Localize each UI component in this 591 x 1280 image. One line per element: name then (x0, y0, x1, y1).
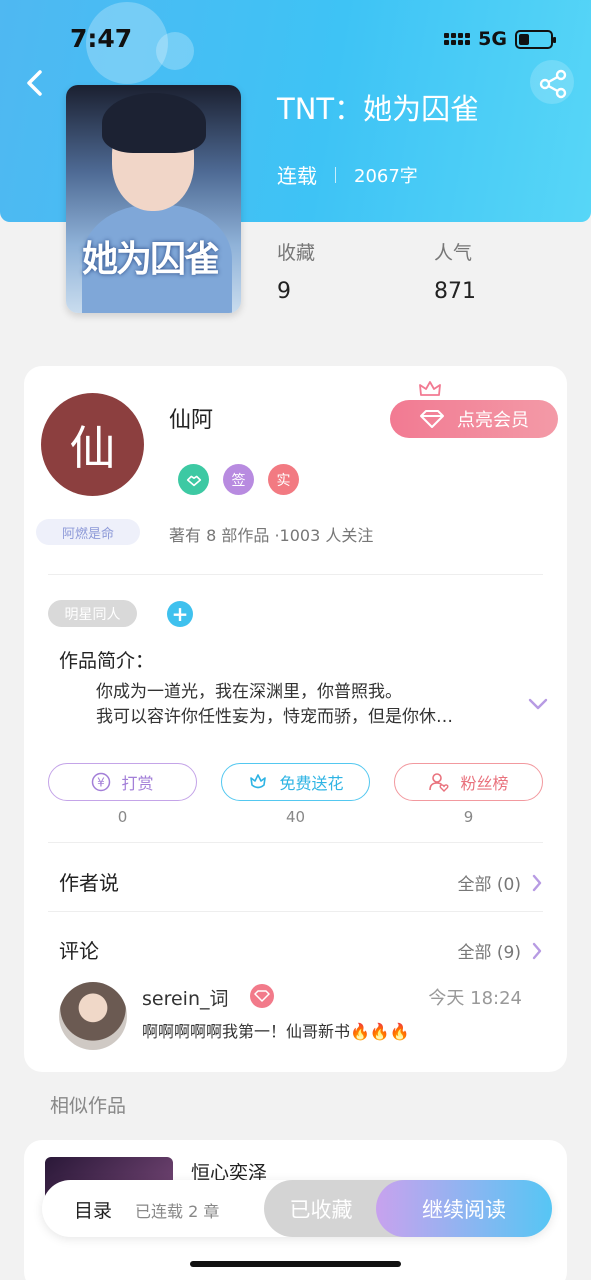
verified-badge: 实 (268, 464, 299, 495)
commenter-name[interactable]: serein_词 (142, 984, 229, 1011)
intro-text[interactable]: 你成为一道光，我在深渊里，你普照我。 我可以容许你任性妄为，恃宠而骄，但是你休… (96, 680, 516, 730)
reward-count: 0 (117, 808, 128, 826)
status-indicators: 5G (444, 28, 556, 50)
commenter-avatar[interactable] (59, 982, 127, 1050)
divider (48, 574, 543, 575)
book-detail-card: 仙 仙阿 签 实 点亮会员 阿燃是命 著有 8 部作品 ·1003 人关注 明星… (24, 366, 567, 1072)
back-icon[interactable] (18, 66, 52, 100)
status-time: 7:47 (70, 24, 133, 53)
chapter-count: 已连载 2 章 (135, 1202, 220, 1221)
author-says-more-link[interactable]: 全部 (0) (458, 870, 543, 895)
comment-text[interactable]: 啊啊啊啊啊我第一！仙哥新书🔥🔥🔥 (142, 1018, 410, 1042)
share-icon[interactable] (537, 68, 569, 100)
cover-title: 她为囚雀 (82, 238, 220, 280)
similar-works-label: 相似作品 (50, 1095, 127, 1117)
fan-ranking-label: 粉丝榜 (460, 774, 509, 793)
decor-bubble (156, 32, 194, 70)
chevron-right-icon (532, 942, 542, 959)
word-count: 2067字 (354, 165, 418, 187)
fan-ranking-button[interactable]: 粉丝榜 (394, 763, 543, 801)
fan-tag: 阿燃是命 (36, 519, 140, 545)
stat-value: 9 (277, 279, 291, 304)
comments-more-link[interactable]: 全部 (9) (458, 938, 543, 963)
meta-divider (335, 166, 336, 183)
intro-line: 我可以容许你任性妄为，恃宠而骄，但是你休… (96, 707, 453, 727)
book-cover[interactable]: 她为囚雀 (66, 85, 241, 313)
author-says-more-label: 全部 (0) (457, 875, 521, 895)
author-avatar-char: 仙 (69, 420, 116, 475)
signed-badge: 签 (223, 464, 254, 495)
cover-figure-hair (102, 93, 206, 153)
svg-text:¥: ¥ (98, 776, 106, 790)
author-badges: 签 实 (178, 464, 299, 495)
comments-title: 评论 (59, 939, 99, 963)
author-works-info: 著有 8 部作品 ·1003 人关注 (169, 526, 374, 545)
comment-time: 今天 18:24 (428, 988, 522, 1009)
stat-label: 收藏 (277, 242, 316, 264)
divider (48, 842, 543, 843)
crown-icon (419, 381, 441, 396)
reward-label: 打赏 (121, 774, 154, 793)
intro-line: 你成为一道光，我在深渊里，你普照我。 (96, 682, 402, 702)
book-meta: 连载 2067字 (277, 160, 418, 189)
flower-icon (250, 774, 267, 789)
home-indicator (190, 1261, 401, 1267)
chevron-down-icon[interactable] (527, 697, 549, 711)
vip-diamond-icon (250, 984, 274, 1008)
bottom-action-bar: 目录 已连载 2 章 已收藏 继续阅读 (42, 1180, 552, 1237)
reward-button[interactable]: ¥ 打赏 (48, 763, 197, 801)
continue-reading-button[interactable]: 继续阅读 (376, 1180, 552, 1237)
add-tag-button[interactable]: + (167, 601, 193, 627)
genre-tag[interactable]: 明星同人 (48, 600, 137, 627)
stat-popularity: 人气 871 (434, 238, 476, 304)
intro-label: 作品简介： (59, 650, 155, 672)
vip-button-label: 点亮会员 (457, 410, 529, 431)
flower-count: 40 (285, 808, 306, 826)
yen-icon: ¥ (92, 772, 111, 792)
author-name[interactable]: 仙阿 (169, 402, 213, 434)
send-flower-label: 免费送花 (279, 774, 344, 793)
stat-label: 人气 (434, 242, 473, 264)
diamond-icon (420, 410, 444, 428)
author-avatar[interactable]: 仙 (41, 393, 144, 496)
send-flower-button[interactable]: 免费送花 (221, 763, 370, 801)
divider (48, 911, 543, 912)
toc-button[interactable]: 目录 (74, 1196, 112, 1223)
battery-icon (515, 29, 556, 49)
signal-icon (444, 33, 471, 45)
stat-favorites: 收藏 9 (277, 238, 315, 304)
book-title: TNT：她为囚雀 (277, 92, 480, 126)
handshake-badge-icon (178, 464, 209, 495)
chevron-right-icon (532, 874, 542, 891)
fan-ranking-count: 9 (463, 808, 474, 826)
author-says-title: 作者说 (59, 871, 119, 895)
serial-status: 连载 (277, 164, 317, 188)
collected-label: 已收藏 (289, 1197, 353, 1222)
network-type: 5G (478, 28, 507, 50)
comments-more-label: 全部 (9) (457, 943, 521, 963)
stat-value: 871 (434, 279, 476, 304)
vip-button[interactable]: 点亮会员 (390, 400, 558, 438)
user-heart-icon (429, 773, 450, 792)
